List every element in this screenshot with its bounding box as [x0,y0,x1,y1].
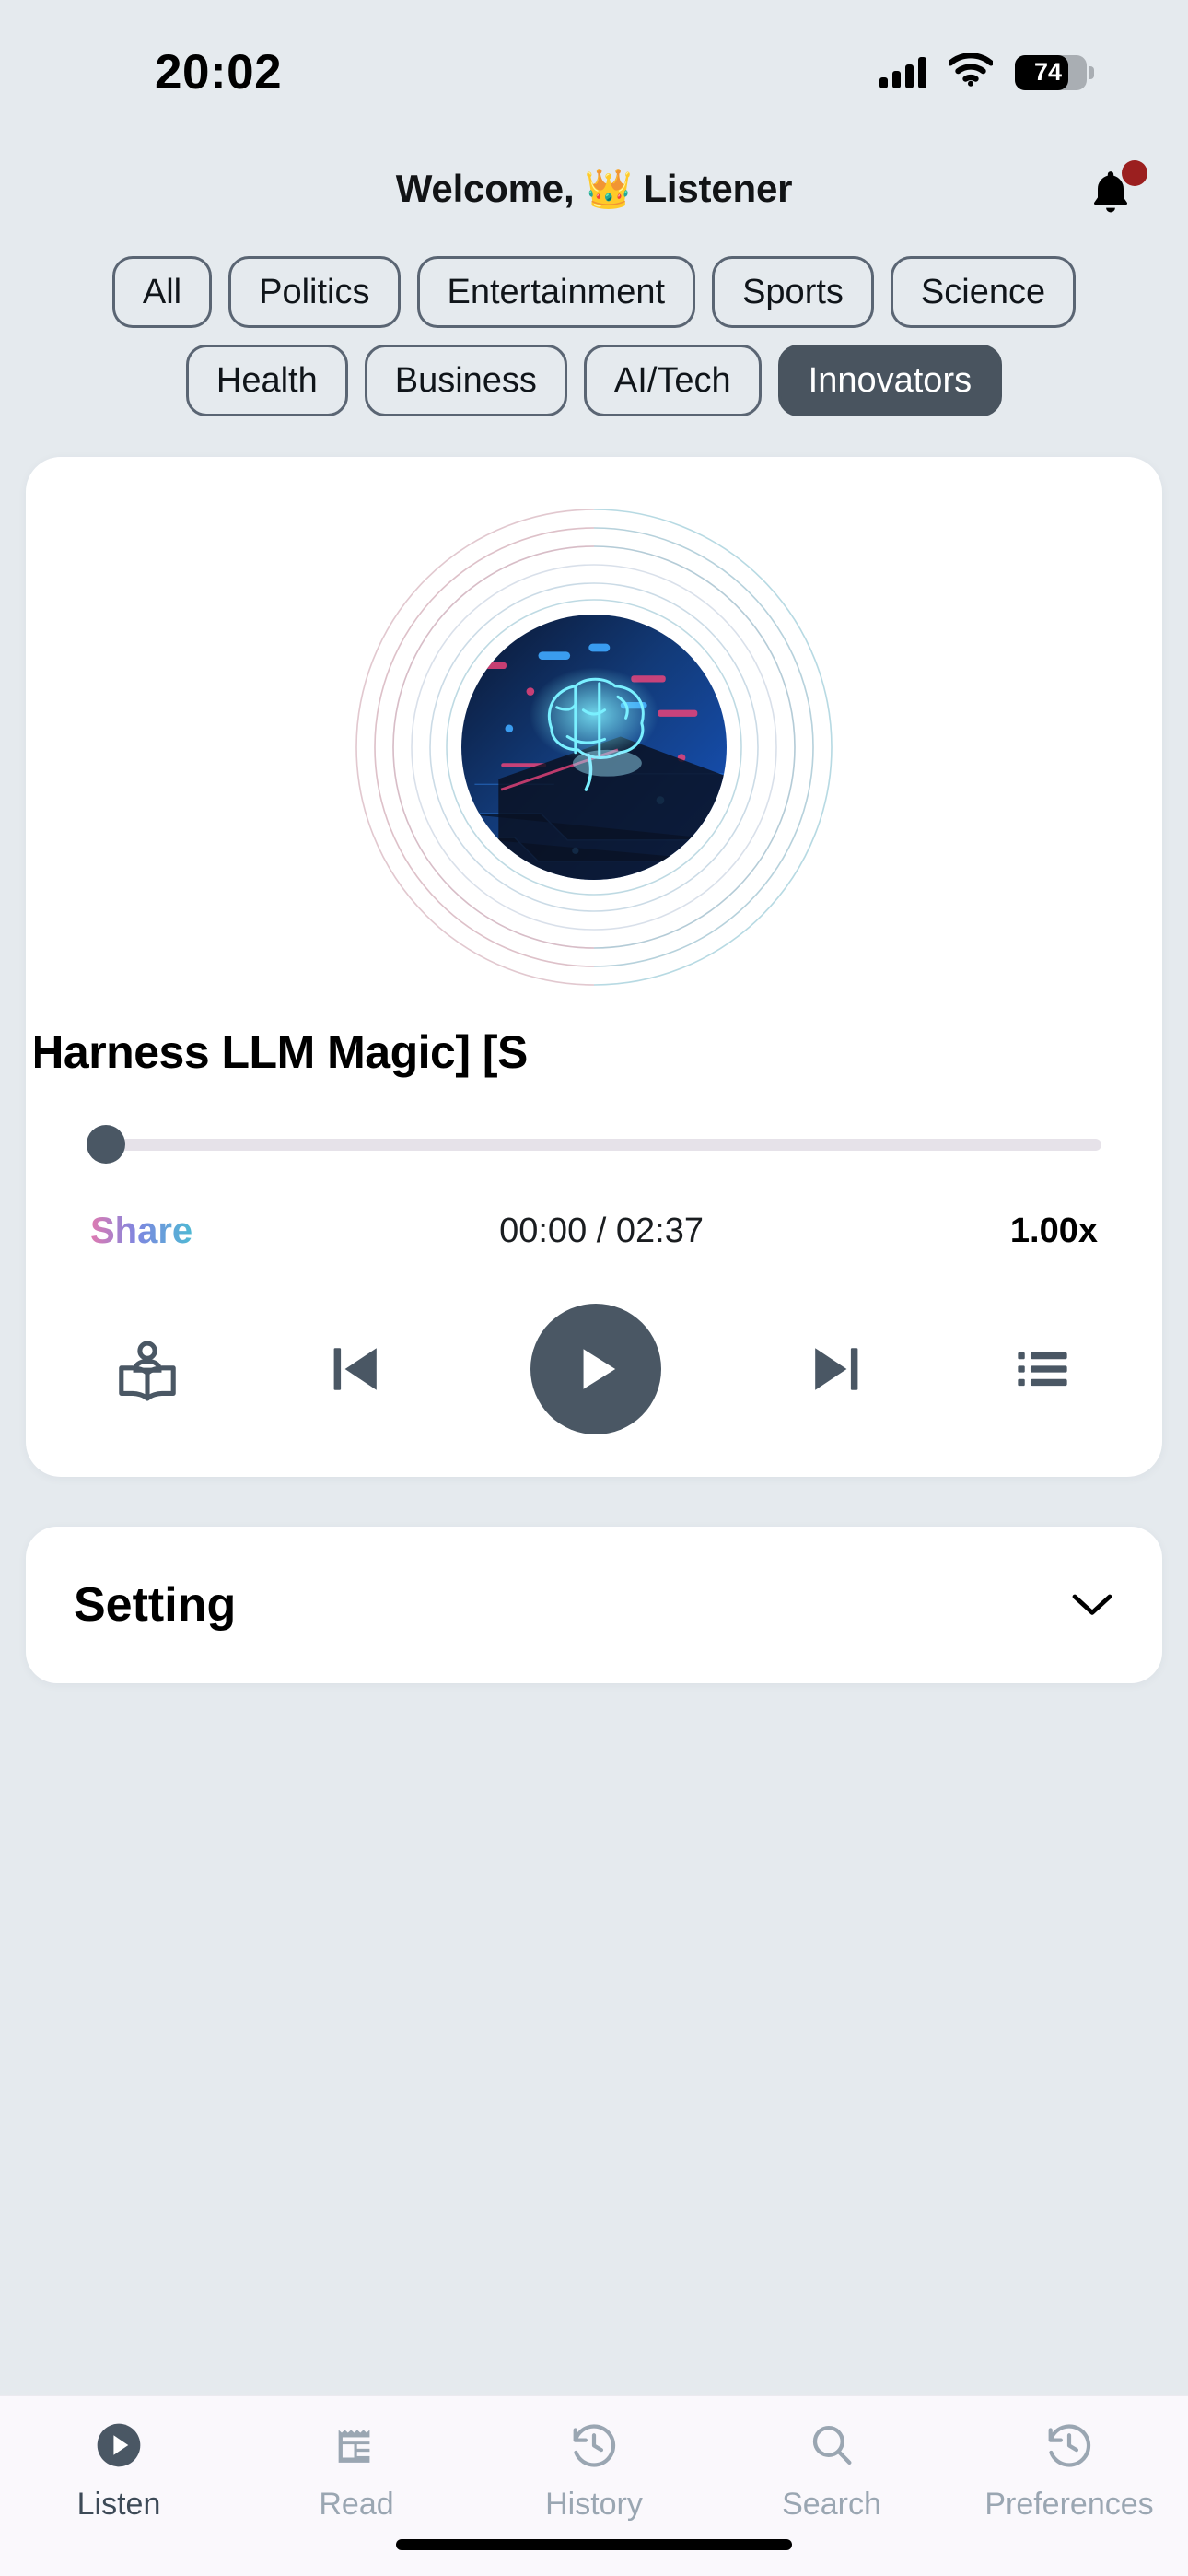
wifi-icon [947,53,995,91]
category-filter-chips: All Politics Entertainment Sports Scienc… [0,240,1188,433]
previous-track-icon [333,1348,377,1390]
play-icon [583,1349,616,1389]
next-track-button[interactable] [803,1336,869,1402]
category-row-1: All Politics Entertainment Sports Scienc… [0,256,1188,328]
category-chip-business[interactable]: Business [364,345,567,416]
playback-progress-slider[interactable] [87,1124,1101,1165]
setting-expand-button[interactable] [1070,1591,1114,1619]
category-chip-all[interactable]: All [111,256,213,328]
status-bar-indicators: 74 [879,53,1094,91]
status-bar: 20:02 74 [0,0,1188,138]
episode-artwork [461,615,727,880]
reader-button[interactable] [114,1336,181,1402]
time-display: 00:00 / 02:37 [499,1212,704,1250]
category-chip-sports[interactable]: Sports [712,256,874,328]
status-bar-clock: 20:02 [155,45,283,100]
tab-preferences[interactable]: Preferences [950,2417,1188,2523]
player-controls [114,1304,1074,1434]
setting-accordion[interactable]: Setting [26,1527,1162,1683]
tab-label-preferences: Preferences [984,2487,1154,2522]
battery-icon: 74 [1015,54,1094,90]
clock-rewind-icon [1043,2417,1095,2474]
category-chip-health[interactable]: Health [185,345,348,416]
playback-speed-button[interactable]: 1.00x [1010,1212,1098,1251]
cellular-signal-icon [879,56,926,88]
category-chip-politics[interactable]: Politics [228,256,401,328]
notifications-button[interactable] [1081,158,1149,227]
search-icon [807,2417,856,2474]
playlist-button[interactable] [1011,1338,1074,1400]
page-title: Welcome, 👑 Listener [395,166,793,210]
playlist-icon [1018,1352,1067,1387]
tab-label-read: Read [319,2487,394,2522]
category-chip-science[interactable]: Science [890,256,1077,328]
home-indicator [396,2539,792,2550]
previous-track-button[interactable] [322,1336,389,1402]
progress-thumb[interactable] [87,1125,125,1164]
tab-label-listen: Listen [76,2487,161,2522]
tab-label-history: History [545,2487,643,2522]
setting-label: Setting [74,1578,237,1632]
tab-search[interactable]: Search [713,2417,950,2523]
category-chip-ai-tech[interactable]: AI/Tech [583,345,762,416]
battery-percent-label: 74 [1033,58,1063,86]
artwork-container [26,481,1162,1013]
next-track-icon [815,1348,858,1390]
category-row-2: Health Business AI/Tech Innovators [0,345,1188,416]
notification-badge [1122,160,1147,186]
tab-history[interactable]: History [475,2417,713,2523]
tab-read[interactable]: Read [238,2417,475,2523]
clock-rewind-icon [568,2417,620,2474]
play-circle-icon [93,2417,145,2474]
category-chip-innovators[interactable]: Innovators [777,345,1003,416]
player-meta-row: Share 00:00 / 02:37 1.00x [90,1211,1098,1252]
share-button[interactable]: Share [90,1211,192,1252]
episode-title: rtphones Harness LLM Magic] [S [35,1026,528,1078]
progress-track [87,1138,1101,1151]
newspaper-icon [332,2417,381,2474]
app-screen: 20:02 74 Welcome, 👑 Listener All Politic… [0,0,1188,2576]
play-button[interactable] [530,1304,661,1434]
page-header: Welcome, 👑 Listener [0,138,1188,240]
category-chip-entertainment[interactable]: Entertainment [416,256,696,328]
player-card: rtphones Harness LLM Magic] [S Share 00:… [26,457,1162,1477]
episode-title-marquee: rtphones Harness LLM Magic] [S [35,1013,1153,1091]
reader-icon [119,1341,176,1401]
tab-listen[interactable]: Listen [0,2417,238,2523]
chevron-down-icon [1072,1594,1112,1615]
tab-label-search: Search [782,2487,881,2522]
